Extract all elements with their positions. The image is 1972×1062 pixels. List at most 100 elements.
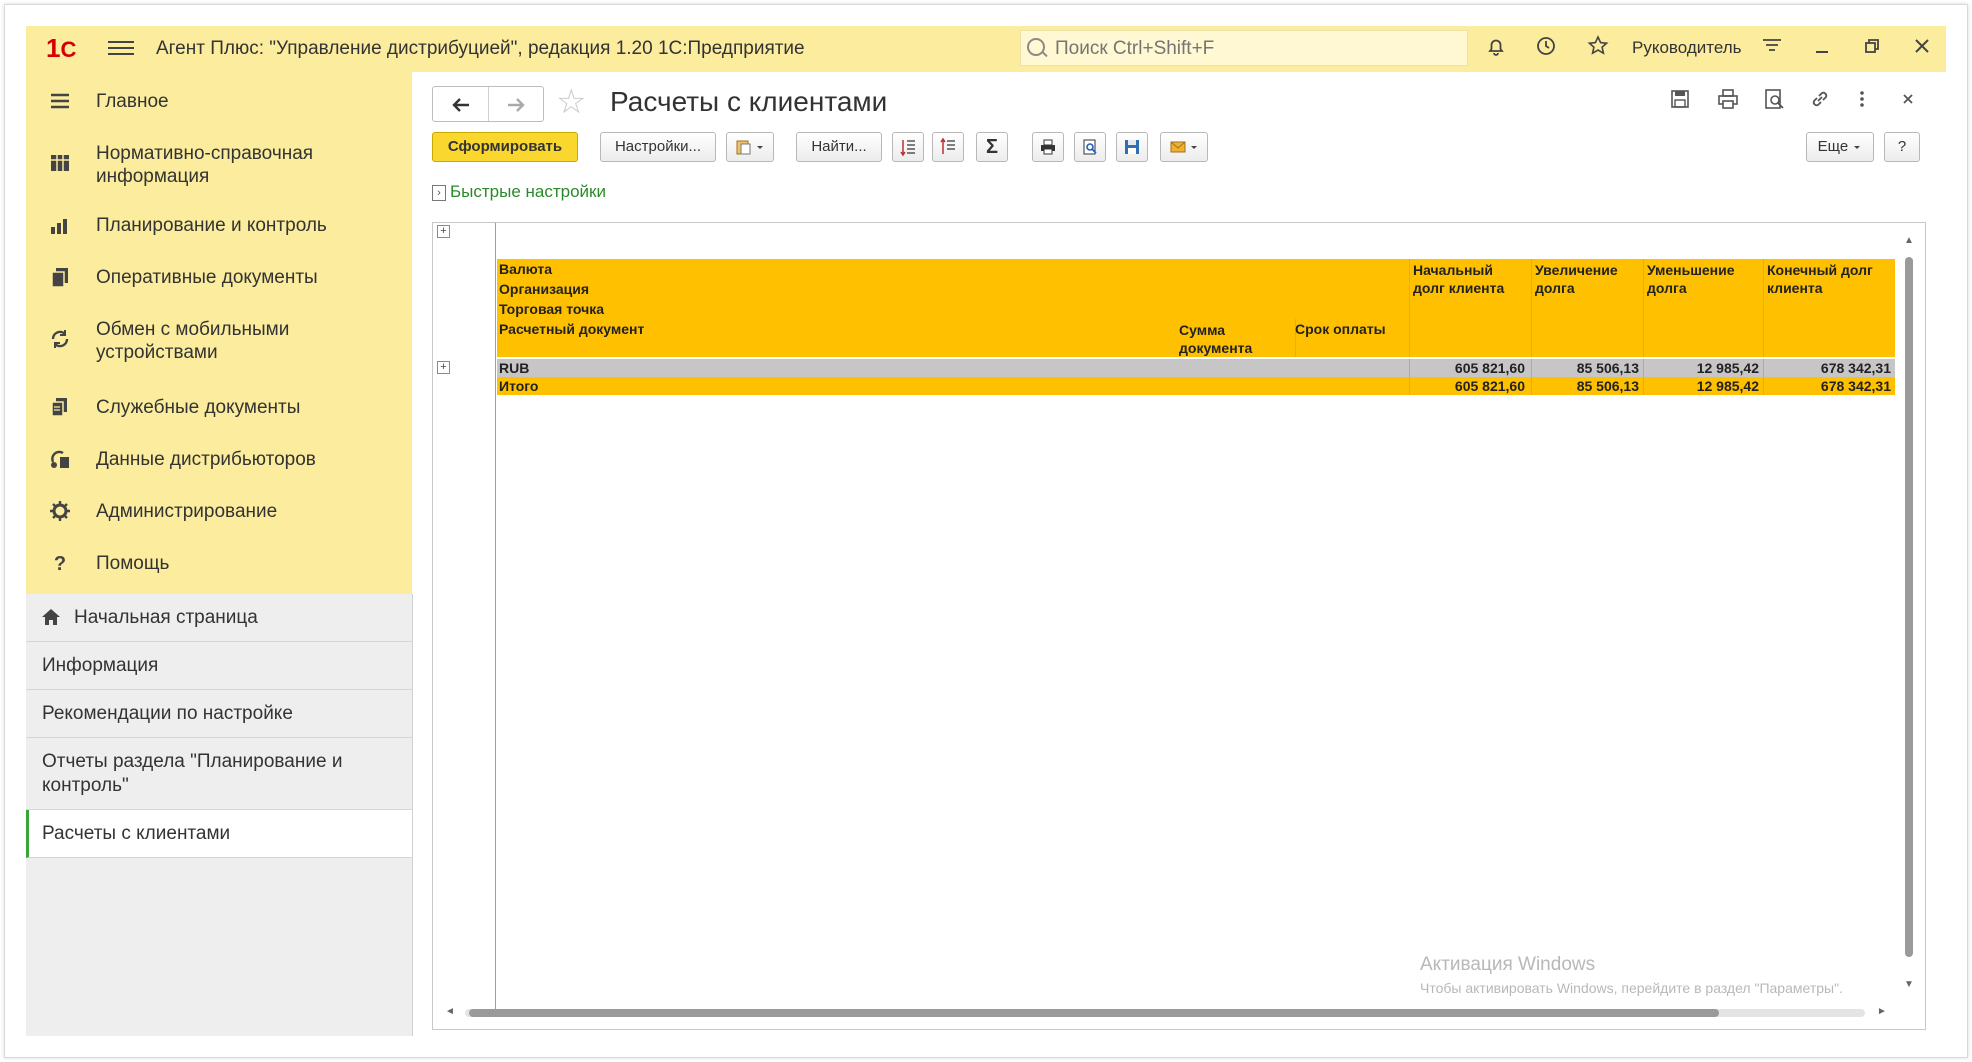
save-icon[interactable] <box>1666 88 1694 116</box>
sidebar-item-label: Данные дистрибьюторов <box>96 449 316 470</box>
more-button-label: Еще <box>1817 138 1849 155</box>
open-window-info[interactable]: Информация <box>26 642 412 690</box>
expand-header-icon[interactable]: + <box>437 225 450 238</box>
sidebar-item-main[interactable]: Главное <box>26 88 412 118</box>
column-divider <box>1409 377 1410 395</box>
windows-activation-text: Чтобы активировать Windows, перейдите в … <box>1420 980 1843 996</box>
windows-activation-title: Активация Windows <box>1420 954 1596 975</box>
user-name[interactable]: Руководитель <box>1632 38 1742 58</box>
cell-debt-increase: 85 506,13 <box>1576 360 1639 376</box>
settings-button[interactable]: Настройки... <box>600 132 716 162</box>
more-button[interactable]: Еще <box>1806 132 1874 162</box>
preview-icon[interactable] <box>1760 88 1788 116</box>
menu-icon <box>48 90 72 114</box>
quick-settings-link[interactable]: › Быстрые настройки <box>432 182 606 202</box>
link-icon[interactable] <box>1806 88 1834 116</box>
forward-button[interactable] <box>488 87 543 121</box>
favorites-icon[interactable] <box>1584 34 1612 62</box>
more-actions-icon[interactable] <box>1848 88 1876 116</box>
sidebar-item-administration[interactable]: Администрирование <box>26 498 412 528</box>
expand-group-icon[interactable]: + <box>437 361 450 374</box>
cell-final-debt: 678 342,31 <box>1820 378 1891 394</box>
preview-button[interactable] <box>1074 132 1106 162</box>
header-debt-increase: Увеличение долга <box>1535 262 1618 296</box>
grouping-gutter-line <box>495 223 496 1009</box>
back-button[interactable] <box>433 87 489 121</box>
main-menu-icon[interactable] <box>108 37 134 59</box>
sidebar-item-mobile-exchange[interactable]: Обмен с мобильными устройствами <box>26 316 412 366</box>
sidebar-item-label: Администрирование <box>96 501 278 522</box>
search-input[interactable] <box>1053 35 1457 63</box>
column-divider <box>1643 259 1644 357</box>
print-button[interactable] <box>1032 132 1064 162</box>
sidebar-item-label: Планирование и контроль <box>96 215 327 236</box>
expand-all-button[interactable] <box>892 132 924 162</box>
find-button[interactable]: Найти... <box>796 132 882 162</box>
scroll-right-icon[interactable]: ► <box>1877 1006 1887 1017</box>
sidebar-item-label: Обмен с мобильными устройствами <box>96 319 290 363</box>
scroll-up-icon[interactable]: ▲ <box>1904 235 1914 246</box>
horizontal-scroll-thumb[interactable] <box>469 1009 1719 1017</box>
close-icon[interactable] <box>1908 34 1936 62</box>
help-button[interactable]: ? <box>1884 132 1920 162</box>
header-due-date: Срок оплаты <box>1295 321 1386 337</box>
column-divider <box>1643 377 1644 395</box>
sidebar-item-planning[interactable]: Планирование и контроль <box>26 212 412 242</box>
scroll-left-icon[interactable]: ◄ <box>445 1006 455 1017</box>
search-box[interactable] <box>1020 30 1468 66</box>
column-divider <box>1531 359 1532 377</box>
report-spreadsheet[interactable]: + + Валюта Организация Торговая точка Ра… <box>432 222 1926 1030</box>
cell-initial-debt: 605 821,60 <box>1454 360 1525 376</box>
sidebar-item-label: Служебные документы <box>96 397 301 418</box>
variants-dropdown[interactable] <box>726 132 774 162</box>
sidebar-item-operational-docs[interactable]: Оперативные документы <box>26 264 412 294</box>
bell-icon[interactable] <box>1482 34 1510 62</box>
open-window-planning-reports[interactable]: Отчеты раздела "Планирование и контроль" <box>26 738 412 810</box>
add-to-favorites-icon[interactable]: ☆ <box>556 84 586 120</box>
history-icon[interactable] <box>1532 34 1560 62</box>
sidebar-item-label: Оперативные документы <box>96 267 318 288</box>
sum-button[interactable]: Σ <box>976 132 1008 162</box>
sidebar-item-distributors-data[interactable]: Данные дистрибьюторов <box>26 446 412 476</box>
sidebar-item-help[interactable]: ? Помощь <box>26 550 412 580</box>
scroll-down-icon[interactable]: ▼ <box>1904 979 1914 990</box>
gear-icon <box>48 500 72 524</box>
open-window-recommendations[interactable]: Рекомендации по настройке <box>26 690 412 738</box>
page-title: Расчеты с клиентами <box>610 86 888 117</box>
header-initial-debt: Начальный долг клиента <box>1413 262 1505 296</box>
header-settlement-document: Расчетный документ <box>499 321 645 337</box>
home-icon <box>40 606 62 634</box>
header-final-debt: Конечный долг клиента <box>1767 262 1873 296</box>
sidebar-item-service-docs[interactable]: Служебные документы <box>26 394 412 424</box>
collapse-all-button[interactable] <box>932 132 964 162</box>
generate-button[interactable]: Сформировать <box>432 132 578 162</box>
vertical-scrollbar[interactable]: ▲ ▼ <box>1903 235 1915 995</box>
grid-icon <box>48 152 72 176</box>
open-window-client-settlements[interactable]: Расчеты с клиентами <box>26 810 412 858</box>
sidebar-item-reference-info[interactable]: Нормативно-справочная информация <box>26 140 412 190</box>
open-window-label: Рекомендации по настройке <box>42 703 293 724</box>
open-window-label: Начальная страница <box>74 607 258 628</box>
open-window-label: Отчеты раздела "Планирование и контроль" <box>42 751 343 796</box>
vertical-scroll-thumb[interactable] <box>1905 257 1913 957</box>
documents-icon <box>48 266 72 290</box>
header-outlet: Торговая точка <box>499 301 605 317</box>
close-form-icon[interactable] <box>1894 88 1922 116</box>
open-window-label: Информация <box>42 655 159 676</box>
quick-settings-label: Быстрые настройки <box>450 182 606 201</box>
save-button[interactable] <box>1116 132 1148 162</box>
user-menu-icon[interactable] <box>1758 34 1786 62</box>
minimize-icon[interactable] <box>1808 34 1836 62</box>
column-divider <box>1643 359 1644 377</box>
sidebar-item-label: Главное <box>96 91 169 112</box>
restore-icon[interactable] <box>1858 34 1886 62</box>
open-window-home[interactable]: Начальная страница <box>26 594 412 642</box>
horizontal-scrollbar[interactable]: ◄ ► <box>445 1005 1905 1019</box>
send-email-dropdown[interactable] <box>1160 132 1208 162</box>
cell-debt-increase: 85 506,13 <box>1576 378 1639 394</box>
sidebar-item-label: Помощь <box>96 553 170 574</box>
chevron-down-icon <box>1854 146 1861 150</box>
print-icon[interactable] <box>1714 88 1742 116</box>
app-title: Агент Плюс: "Управление дистрибуцией", р… <box>156 38 805 59</box>
column-divider <box>1531 259 1532 357</box>
